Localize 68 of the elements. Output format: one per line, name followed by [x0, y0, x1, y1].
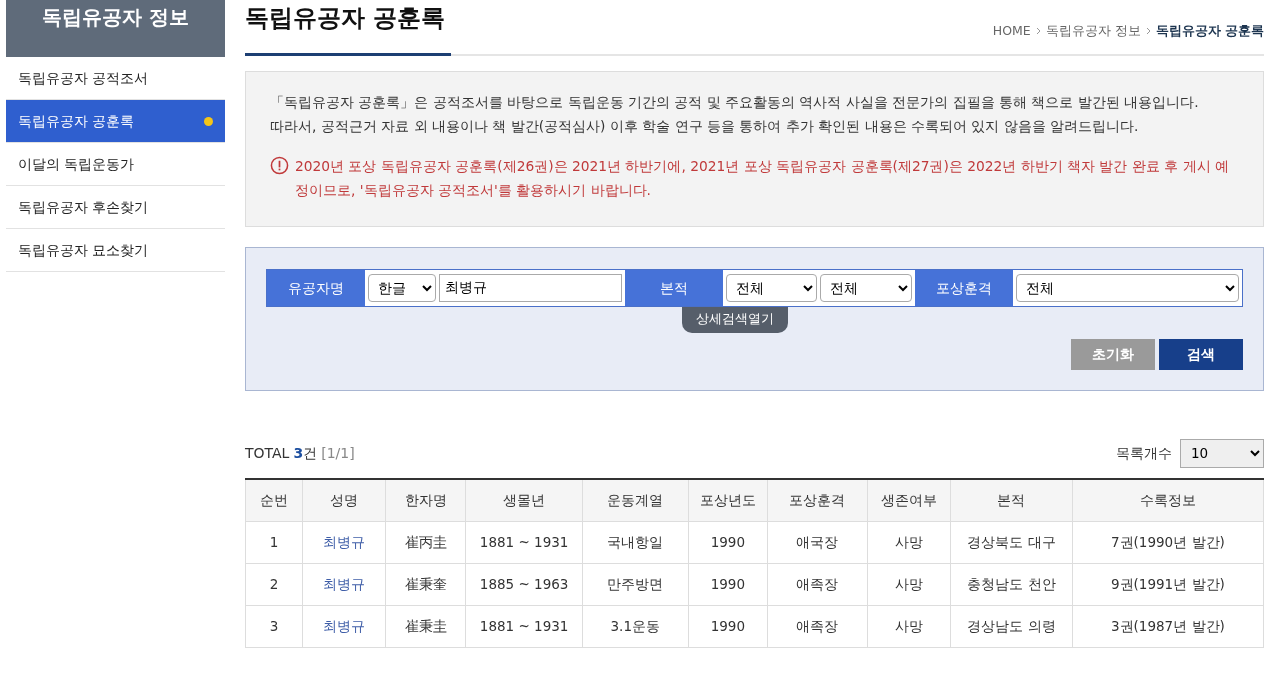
chevron-icon [1035, 27, 1041, 36]
column-header: 본적 [950, 478, 1073, 522]
table-cell: 경상남도 의령 [950, 605, 1073, 648]
table-cell: 2 [245, 563, 303, 606]
breadcrumb-current: 독립유공자 공훈록 [1155, 22, 1264, 40]
total-label: TOTAL [245, 443, 290, 463]
column-header: 포상년도 [688, 478, 768, 522]
notice-text: 「독립유공자 공훈록」은 공적조서를 바탕으로 독립운동 기간의 공적 및 주요활동의 역사적 사실을 전문가의 집필을 통해 책으로 발간된 내용입니다. [270, 93, 1200, 112]
column-header: 한자명 [385, 478, 466, 522]
field-label: 포상훈격 [914, 270, 1013, 306]
table-cell: 애국장 [767, 521, 868, 564]
chevron-icon [1145, 27, 1151, 36]
breadcrumb-link[interactable]: 독립유공자 정보 [1045, 22, 1141, 41]
page-size-label: 목록개수 [1116, 443, 1172, 463]
field-label: 유공자명 [267, 270, 365, 306]
sidebar-header: 독립유공자 정보 [6, 0, 225, 57]
sidebar-item[interactable]: 독립유공자 공훈록 [6, 100, 225, 143]
table-cell: 3.1운동 [582, 605, 689, 648]
column-header: 성명 [302, 478, 386, 522]
table-cell: 1881 ~ 1931 [465, 521, 583, 564]
dropdown[interactable]: 전체 [820, 274, 912, 302]
search-button[interactable]: 검색 [1159, 338, 1243, 370]
table-cell: 1885 ~ 1963 [465, 563, 583, 606]
table-cell: 애족장 [767, 605, 868, 648]
breadcrumb-link[interactable]: HOME [992, 22, 1031, 41]
table-cell: 1990 [688, 563, 768, 606]
warning-icon [270, 156, 289, 175]
table-cell: 崔秉圭 [385, 605, 466, 648]
table-cell: 3권(1987년 발간) [1072, 605, 1264, 648]
table-cell: 사망 [867, 563, 951, 606]
page-indicator: [1/1] [321, 443, 355, 463]
dropdown[interactable]: 전체 [1015, 274, 1239, 302]
column-header: 생존여부 [867, 478, 951, 522]
sidebar-item[interactable]: 독립유공자 묘소찾기 [6, 229, 225, 272]
table-cell: 1990 [688, 605, 768, 648]
column-header: 운동계열 [582, 478, 689, 522]
table-cell: 崔秉奎 [385, 563, 466, 606]
column-header: 수록정보 [1072, 478, 1264, 522]
field-label: 본적 [625, 270, 723, 306]
table-cell: 1990 [688, 521, 768, 564]
page-title: 독립유공자 공훈록 [245, 0, 452, 56]
table-cell: 9권(1991년 발간) [1072, 563, 1264, 606]
dropdown[interactable]: 전체 [726, 274, 818, 302]
column-header: 포상훈격 [767, 478, 868, 522]
table-cell: 사망 [867, 605, 951, 648]
table-cell: 경상북도 대구 [950, 521, 1073, 564]
table-cell: 국내항일 [582, 521, 689, 564]
dot-icon [204, 116, 213, 126]
sidebar-item[interactable]: 이달의 독립운동가 [6, 143, 225, 186]
column-header: 생몰년 [465, 478, 583, 522]
table-cell: 7권(1990년 발간) [1072, 521, 1264, 564]
page-size-dropdown[interactable]: 10 [1180, 438, 1264, 468]
result-count: 3건 [293, 443, 318, 463]
table-cell: 1 [245, 521, 303, 564]
warning-text: 2020년 포상 독립유공자 공훈록(제26권)은 2021년 하반기에, 2021년 포상 독립유공자 공훈록(제27권)은 2022년 하반기 책자 발간 완료 후 게시 예정이므로, '독립유공자 공적조서'를 활용하시기 바랍니다. [295, 157, 1231, 200]
table-cell: 만주방면 [582, 563, 689, 606]
table-cell: 애족장 [767, 563, 868, 606]
column-header: 순번 [245, 478, 303, 522]
table-cell: 崔丙圭 [385, 521, 466, 564]
sidebar-item[interactable]: 독립유공자 후손찾기 [6, 186, 225, 229]
dropdown[interactable]: 한글 [368, 274, 436, 302]
table-cell: 충청남도 천안 [950, 563, 1073, 606]
notice-text: 따라서, 공적근거 자료 외 내용이나 책 발간(공적심사) 이후 학술 연구 등을 통하여 추가 확인된 내용은 수록되어 있지 않음을 알려드립니다. [270, 117, 1140, 136]
search-field[interactable]: 최병규 [439, 274, 622, 302]
table-cell: 3 [245, 605, 303, 648]
table-cell: 1881 ~ 1931 [465, 605, 583, 648]
detail-search-toggle[interactable]: 상세검색열기 [681, 307, 788, 333]
table-cell: 사망 [867, 521, 951, 564]
